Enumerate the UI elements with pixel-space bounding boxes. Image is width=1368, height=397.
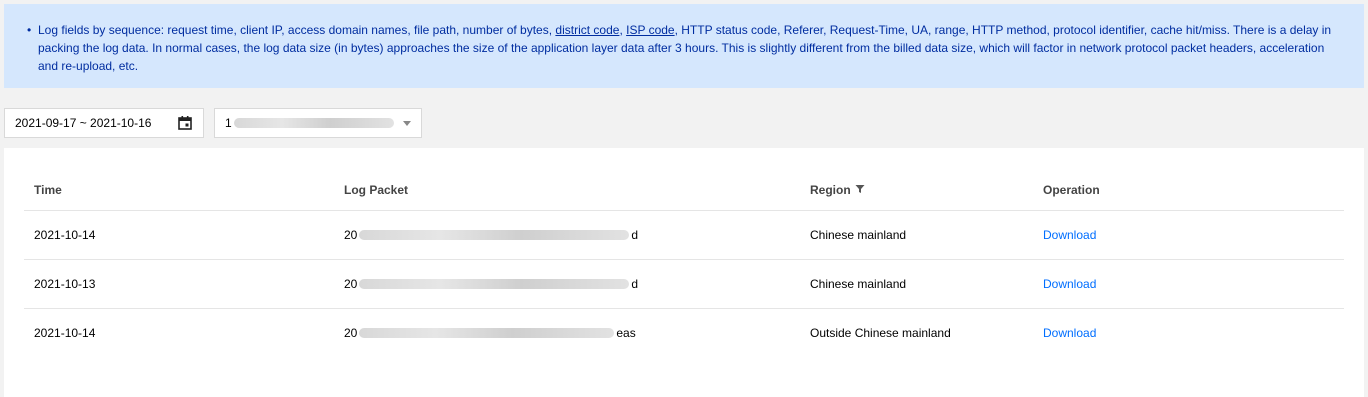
district-code-link[interactable]: district code <box>555 23 619 37</box>
date-range-value: 2021-09-17 ~ 2021-10-16 <box>15 116 152 130</box>
header-time: Time <box>24 170 334 211</box>
download-link[interactable]: Download <box>1043 277 1096 291</box>
calendar-icon[interactable] <box>177 115 193 131</box>
header-log-packet: Log Packet <box>334 170 800 211</box>
row-operation: Download <box>1033 210 1344 260</box>
info-notice: • Log fields by sequence: request time, … <box>4 4 1364 88</box>
redacted-domain <box>233 118 394 128</box>
redacted-packet-name <box>359 328 615 338</box>
log-list-panel: Time Log Packet Region Operation 2021-10… <box>4 148 1364 397</box>
domain-select[interactable]: 1 <box>214 108 422 138</box>
header-operation: Operation <box>1033 170 1344 211</box>
row-time: 2021-10-14 <box>24 210 334 260</box>
download-link[interactable]: Download <box>1043 326 1096 340</box>
table-row: 2021-10-14 20 eas Outside Chinese mainlan… <box>24 309 1344 358</box>
row-log-packet: 20 eas <box>344 326 636 340</box>
row-time: 2021-10-14 <box>34 326 96 340</box>
date-range-picker[interactable]: 2021-09-17 ~ 2021-10-16 <box>4 108 204 138</box>
row-log-packet: 20 d <box>334 259 800 309</box>
header-region[interactable]: Region <box>800 170 1033 211</box>
table-header-row: Time Log Packet Region Operation <box>24 170 1344 211</box>
row-time: 2021-10-13 <box>24 259 334 309</box>
isp-code-link[interactable]: ISP code <box>626 23 674 37</box>
chevron-down-icon[interactable] <box>403 120 411 126</box>
notice-text-1: Log fields by sequence: request time, cl… <box>38 23 556 37</box>
row-operation: Download <box>1033 309 1344 358</box>
row-log-packet: 20 d <box>334 210 800 260</box>
log-table: Time Log Packet Region Operation 2021-10… <box>24 170 1344 357</box>
row-region: Outside Chinese mainland <box>810 326 951 340</box>
domain-select-value: 1 <box>225 116 232 130</box>
filter-icon[interactable] <box>855 183 865 197</box>
row-region: Chinese mainland <box>800 259 1033 309</box>
redacted-packet-name <box>359 279 630 289</box>
table-row: 2021-10-13 20 d Chinese mainland Download <box>24 259 1344 309</box>
table-row: 2021-10-14 20 d Chinese mainland Download <box>24 210 1344 260</box>
download-link[interactable]: Download <box>1043 228 1096 242</box>
row-region: Chinese mainland <box>800 210 1033 260</box>
notice-bullet: • <box>27 23 32 37</box>
row-operation: Download <box>1033 259 1344 309</box>
redacted-packet-name <box>359 230 630 240</box>
